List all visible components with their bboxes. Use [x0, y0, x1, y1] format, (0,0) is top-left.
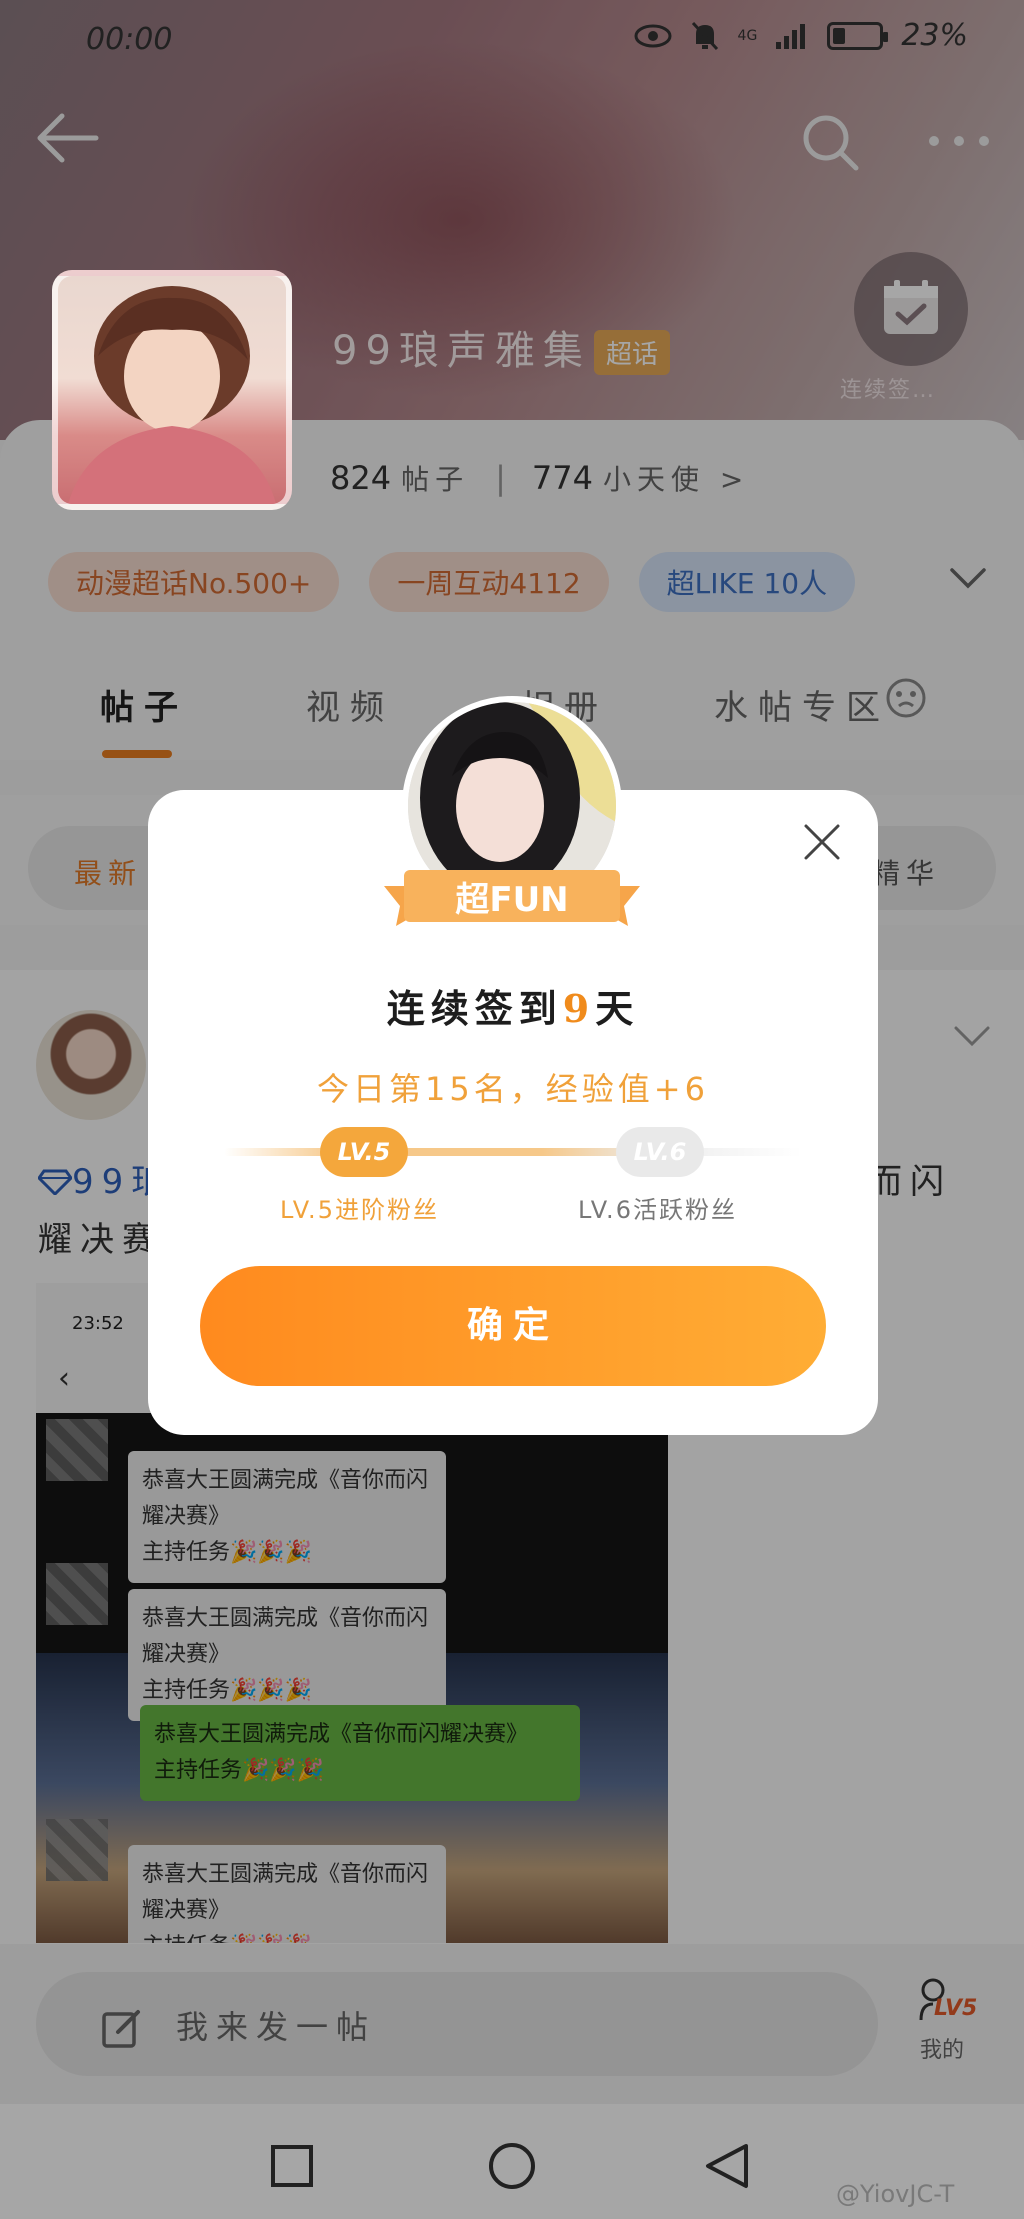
- dialog-title-prefix: 连续签到: [386, 986, 563, 1031]
- close-icon[interactable]: [800, 820, 844, 864]
- next-level-badge: LV.6: [616, 1127, 704, 1177]
- confirm-button[interactable]: 确定: [200, 1266, 826, 1386]
- dialog-subtitle: 今日第15名，经验值+6: [317, 1070, 709, 1108]
- dialog-title: 连续签到9天: [148, 978, 878, 1033]
- topic-avatar-front[interactable]: [52, 270, 292, 510]
- level-progress-track: [224, 1148, 802, 1156]
- dialog-title-days: 9: [562, 986, 596, 1031]
- current-level-label: LV.5进阶粉丝: [280, 1196, 439, 1224]
- topic-avatar-front-illustration: [68, 286, 276, 504]
- current-level-badge: LV.5: [320, 1127, 408, 1177]
- next-level-label: LV.6活跃粉丝: [578, 1196, 737, 1224]
- ribbon-text: 超FUN: [455, 880, 569, 920]
- dialog-title-suffix: 天: [595, 986, 640, 1031]
